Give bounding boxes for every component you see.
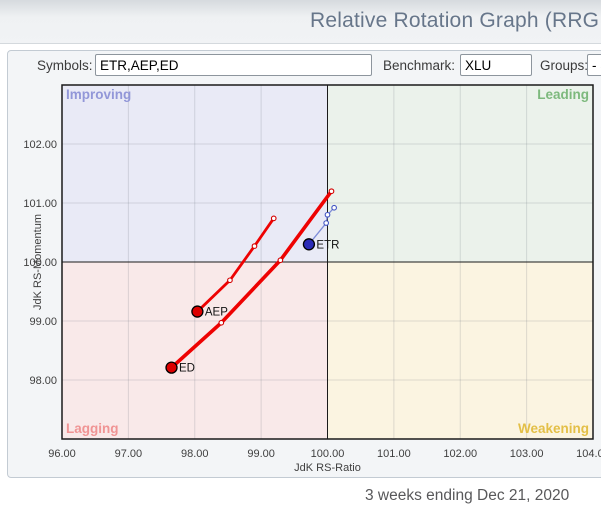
x-tick-label: 99.00 xyxy=(247,448,275,460)
trail-marker-ETR xyxy=(332,205,337,210)
quadrant-label-improving: Improving xyxy=(66,87,131,102)
trail-marker-AEP xyxy=(228,278,233,283)
x-axis-title: JdK RS-Ratio xyxy=(294,462,361,474)
symbol-dot-AEP[interactable] xyxy=(192,306,203,317)
symbol-dot-ETR[interactable] xyxy=(303,239,314,250)
x-tick-label: 102.00 xyxy=(443,448,477,460)
x-tick-label: 104.00 xyxy=(576,448,601,460)
symbol-label-ED: ED xyxy=(179,363,195,375)
trail-marker-ED xyxy=(219,320,224,325)
chart-caption: 3 weeks ending Dec 21, 2020 xyxy=(365,487,569,505)
x-tick-label: 100.00 xyxy=(311,448,345,460)
y-tick-label: 98.00 xyxy=(29,375,57,387)
quadrant-label-lagging: Lagging xyxy=(66,421,119,436)
x-tick-label: 96.00 xyxy=(48,448,76,460)
quadrant-label-weakening: Weakening xyxy=(518,421,589,436)
x-tick-label: 98.00 xyxy=(181,448,209,460)
y-axis-title: JdK RS-Momentum xyxy=(32,214,44,310)
x-tick-label: 103.00 xyxy=(510,448,544,460)
y-tick-label: 101.00 xyxy=(23,198,57,210)
trail-marker-ETR xyxy=(324,221,329,226)
trail-marker-ED xyxy=(329,189,334,194)
quadrant-label-leading: Leading xyxy=(537,87,589,102)
symbol-label-ETR: ETR xyxy=(316,239,339,251)
trail-marker-AEP xyxy=(271,216,276,221)
rrg-chart: Improving Leading Lagging Weakening 96.00 97.… xyxy=(0,0,601,478)
trail-marker-ETR xyxy=(325,213,330,218)
trail-marker-ED xyxy=(278,258,283,263)
y-tick-label: 102.00 xyxy=(23,139,57,151)
y-tick-label: 99.00 xyxy=(29,316,57,328)
trail-marker-AEP xyxy=(252,244,257,249)
x-tick-label: 97.00 xyxy=(115,448,143,460)
symbol-dot-ED[interactable] xyxy=(166,362,177,373)
x-tick-label: 101.00 xyxy=(377,448,411,460)
